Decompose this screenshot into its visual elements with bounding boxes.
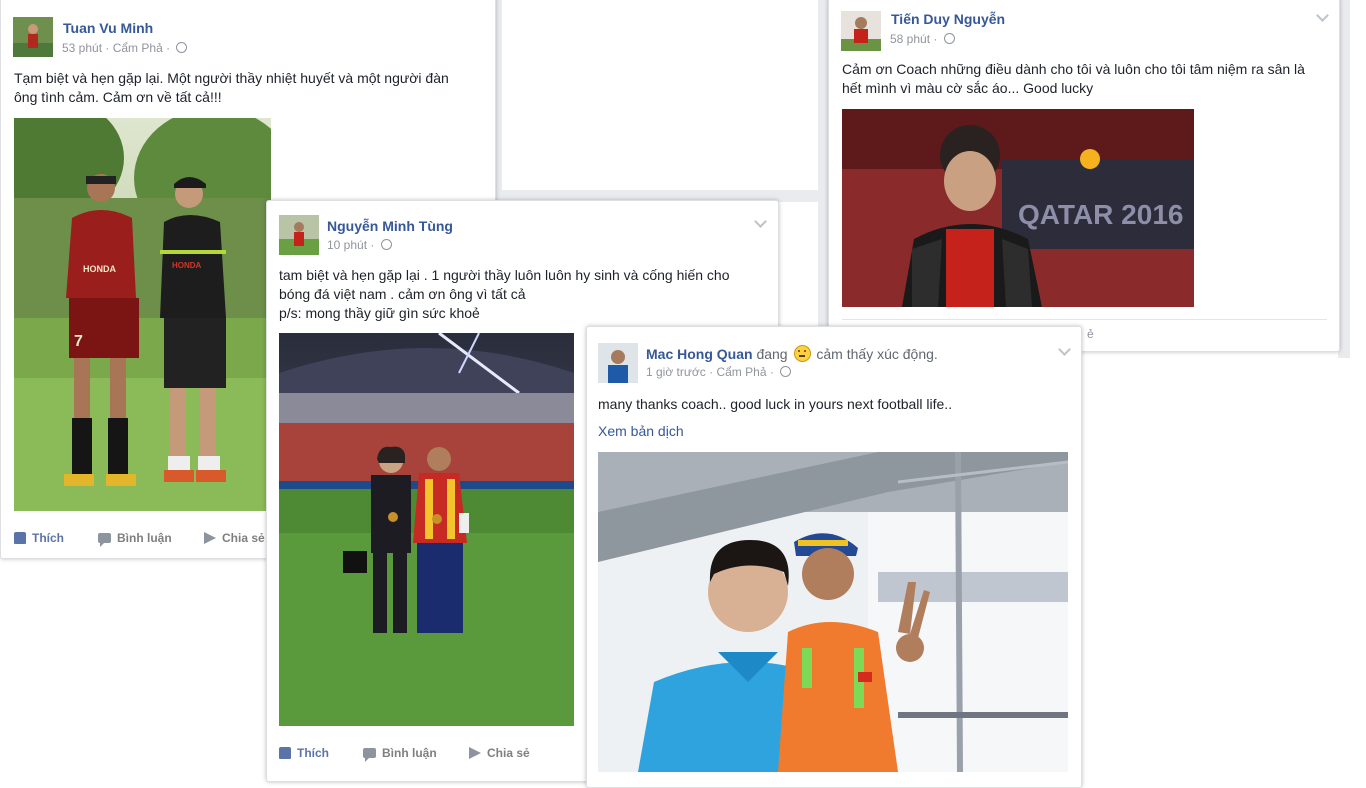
post-text-line: p/s: mong thầy giữ gìn sức khoẻ [279, 305, 480, 321]
comment-button[interactable]: Bình luận [98, 531, 172, 547]
post-text: Cảm ơn Coach những điều dành cho tôi và … [842, 61, 1305, 96]
post-text: many thanks coach.. good luck in yours n… [598, 396, 953, 412]
share-icon [204, 532, 216, 544]
post-location[interactable]: Cẩm Phả [113, 41, 163, 55]
author-name[interactable]: Nguyễn Minh Tùng [327, 218, 453, 234]
globe-icon [943, 33, 955, 44]
post-text-line: tam biệt và hẹn gặp lại . 1 người thầy l… [279, 267, 730, 302]
post-photo[interactable]: HONDA 7 HONDA [14, 118, 271, 511]
banner-text: QATAR 2016 [1018, 199, 1183, 230]
post-text: Tạm biệt và hẹn gặp lại. Một người thầy … [14, 70, 449, 105]
post-divider [842, 319, 1327, 320]
feed-gutter [818, 0, 828, 330]
feeling-verb: đang [756, 346, 788, 362]
like-label: Thích [32, 531, 64, 545]
post-time[interactable]: 10 phút [327, 238, 367, 252]
like-label: Thích [297, 746, 329, 760]
post-meta: 10 phút · [327, 238, 392, 252]
post-meta: 58 phút · [890, 32, 955, 46]
shirt-number: 7 [74, 333, 83, 350]
avatar[interactable] [841, 11, 881, 51]
author-name: Mac Hong Quan đang cảm thấy xúc động. [646, 345, 938, 362]
avatar[interactable] [279, 215, 319, 255]
svg-text:HONDA: HONDA [172, 261, 202, 270]
footer-fragment: ẻ [1087, 327, 1094, 341]
smiley-emoji-icon [793, 345, 811, 362]
see-translation-link[interactable]: Xem bản dịch [598, 423, 684, 439]
author-name[interactable]: Tiến Duy Nguyễn [891, 11, 1005, 27]
share-label: Chia sẻ [222, 531, 265, 545]
post-meta: 53 phút · Cẩm Phả · [62, 41, 188, 55]
like-button[interactable]: Thích [14, 531, 64, 545]
comment-icon [363, 748, 376, 762]
author-name[interactable]: Tuan Vu Minh [63, 20, 153, 36]
comment-label: Bình luận [117, 531, 172, 545]
post-card-tien-duy-nguyen: Tiến Duy Nguyễn 58 phút · Cảm ơn Coach n… [828, 0, 1340, 352]
globe-icon [176, 42, 188, 53]
post-card-mac-hong-quan: Mac Hong Quan đang cảm thấy xúc động. 1 … [586, 326, 1082, 788]
share-button[interactable]: Chia sẻ [469, 746, 530, 760]
author-name-link[interactable]: Mac Hong Quan [646, 346, 753, 362]
comment-icon [98, 533, 111, 547]
post-meta: 1 giờ trước · Cẩm Phả · [646, 365, 792, 379]
avatar[interactable] [13, 17, 53, 57]
chevron-down-icon[interactable] [754, 215, 767, 228]
share-icon [469, 747, 481, 759]
feeling-text[interactable]: cảm thấy xúc động. [816, 346, 937, 362]
chevron-down-icon[interactable] [1316, 9, 1329, 22]
comment-label: Bình luận [382, 746, 437, 760]
globe-icon [780, 366, 792, 377]
post-text: tam biệt và hẹn gặp lại . 1 người thầy l… [279, 266, 749, 323]
globe-icon [380, 239, 392, 250]
comment-button[interactable]: Bình luận [363, 746, 437, 762]
post-time[interactable]: 53 phút [62, 41, 102, 55]
shirt-text: HONDA [83, 264, 116, 274]
like-button[interactable]: Thích [279, 746, 329, 760]
thumbs-up-icon [279, 747, 291, 759]
thumbs-up-icon [14, 532, 26, 544]
chevron-down-icon[interactable] [1058, 343, 1071, 356]
post-time[interactable]: 1 giờ trước [646, 365, 706, 379]
post-photo[interactable] [598, 452, 1068, 772]
avatar[interactable] [598, 343, 638, 383]
post-photo[interactable]: QATAR 2016 [842, 109, 1194, 307]
post-location[interactable]: Cẩm Phả [716, 365, 766, 379]
post-photo[interactable] [279, 333, 574, 726]
share-button[interactable]: Chia sẻ [204, 531, 265, 545]
share-label: Chia sẻ [487, 746, 530, 760]
post-time[interactable]: 58 phút [890, 32, 930, 46]
